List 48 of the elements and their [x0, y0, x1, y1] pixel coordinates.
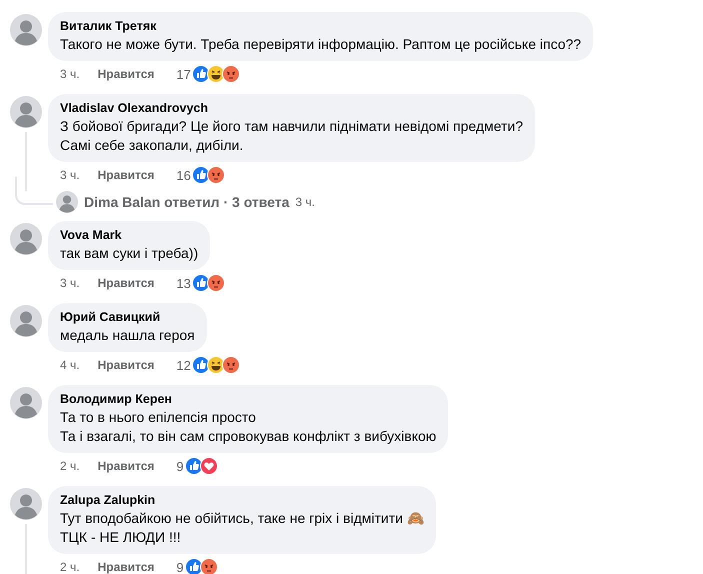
comment-text: так вам суки і треба)): [60, 244, 198, 263]
author-name[interactable]: Юрий Савицкий: [60, 310, 195, 324]
author-name[interactable]: Zalupa Zalupkin: [60, 493, 424, 507]
reaction-count[interactable]: 16: [176, 168, 191, 182]
comment-text: З бойової бригади? Це його там навчили піднімати невідомі предмети?: [60, 117, 524, 136]
comment-text: медаль нашла героя: [60, 326, 195, 345]
reaction-count[interactable]: 9: [176, 458, 184, 474]
angry-emoji-icon: [206, 274, 225, 292]
comment-time[interactable]: 2 ч.: [60, 459, 80, 473]
reaction-count[interactable]: 17: [176, 66, 191, 82]
reaction-count[interactable]: 9: [176, 560, 184, 574]
reply-time: 3 ч.: [295, 195, 316, 209]
author-name[interactable]: Володимир Керен: [60, 392, 436, 406]
avatar[interactable]: [10, 223, 42, 255]
comment-time[interactable]: 4 ч.: [60, 358, 80, 372]
angry-emoji-icon: [200, 558, 218, 574]
comment-time[interactable]: 3 ч.: [60, 67, 80, 81]
like-link[interactable]: Нравится: [98, 358, 154, 372]
avatar[interactable]: [10, 305, 42, 337]
like-link[interactable]: Нравится: [98, 560, 154, 574]
author-name[interactable]: Vova Mark: [60, 228, 198, 242]
author-name[interactable]: Виталик Третяк: [60, 19, 582, 33]
like-link[interactable]: Нравится: [98, 459, 154, 473]
comment-time[interactable]: 3 ч.: [60, 276, 80, 290]
comment-text: Самі себе закопали, дибіли.: [60, 136, 244, 155]
like-link[interactable]: Нравится: [98, 67, 154, 81]
angry-emoji-icon: [222, 356, 240, 374]
like-link[interactable]: Нравится: [98, 168, 154, 182]
author-name[interactable]: Vladislav Olexandrovych: [60, 101, 524, 115]
thread-connector: [15, 177, 53, 205]
angry-emoji-icon: [206, 166, 225, 184]
like-link[interactable]: Нравится: [98, 276, 154, 290]
comment-text: Та і взагалі, то він сам спровокував конфлікт з вибухівкою: [60, 427, 436, 446]
avatar[interactable]: [10, 488, 42, 520]
comment-time[interactable]: 2 ч.: [60, 560, 80, 574]
reaction-count[interactable]: 12: [176, 358, 191, 372]
comment-text: ТЦК - НЕ ЛЮДИ !!!: [60, 528, 182, 547]
replies-link[interactable]: Dima Balan ответил · 3 ответа: [84, 194, 290, 210]
reaction-count[interactable]: 13: [176, 276, 191, 290]
comment-time[interactable]: 3 ч.: [60, 168, 80, 182]
avatar[interactable]: [10, 387, 42, 419]
avatar[interactable]: [10, 96, 42, 128]
comment-text: Тут вподобайкою не обійтись, таке не гріх і відмітити 🙈: [60, 509, 424, 528]
comment-text: Та то в нього епілепсія просто: [60, 408, 257, 427]
reply-avatar[interactable]: [56, 191, 78, 213]
comment-text: Такого не може бути. Треба перевіряти інформацію. Раптом це російське іпсо??: [60, 35, 582, 54]
avatar[interactable]: [10, 14, 42, 46]
angry-emoji-icon: [222, 65, 240, 83]
